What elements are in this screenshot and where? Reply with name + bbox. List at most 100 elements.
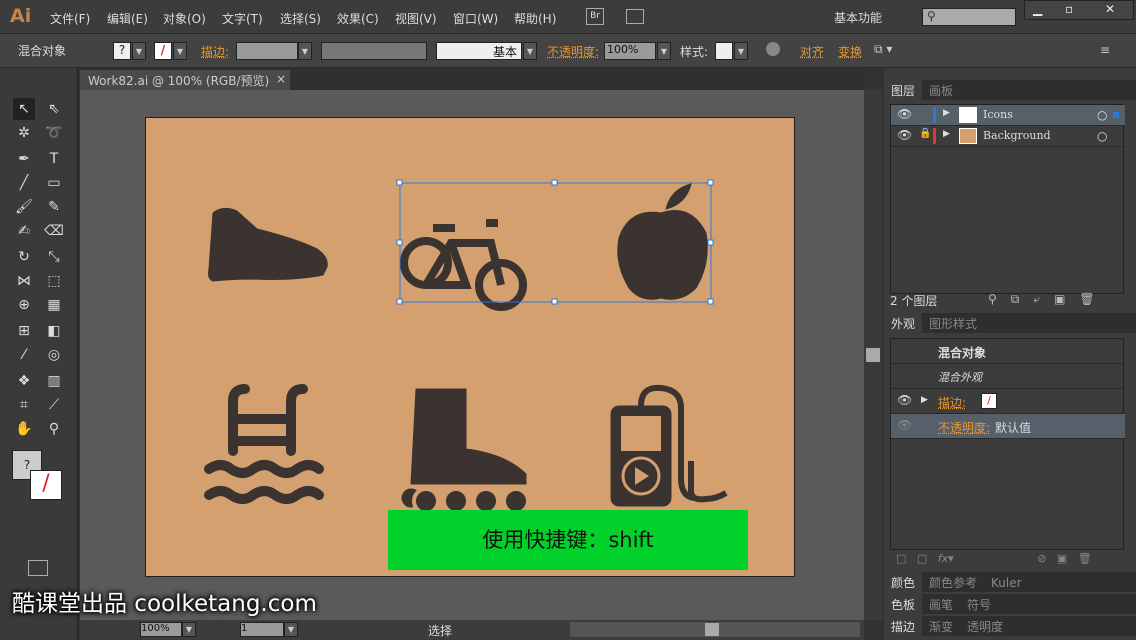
gradient-tool-icon[interactable]: ◧	[43, 320, 65, 342]
menu-edit[interactable]: 编辑(E)	[107, 10, 148, 27]
tab-symbols[interactable]: 符号	[960, 594, 998, 615]
tab-transparency[interactable]: 透明度	[960, 616, 1010, 637]
artboard-dropdown[interactable]: ▼	[284, 622, 298, 637]
menu-effect[interactable]: 效果(C)	[337, 10, 379, 27]
recolor-artwork-icon[interactable]	[766, 42, 780, 56]
menu-type[interactable]: 文字(T)	[222, 10, 263, 27]
zoom-input[interactable]: 100%	[140, 622, 182, 637]
expand-triangle-icon[interactable]: ▶	[943, 129, 950, 139]
layer-name[interactable]: Background	[983, 129, 1051, 142]
layer-name[interactable]: Icons	[983, 108, 1013, 121]
zoom-tool-icon[interactable]: ⚲	[43, 418, 65, 440]
expand-triangle-icon[interactable]: ▶	[943, 108, 950, 118]
align-link[interactable]: 对齐	[800, 43, 824, 60]
artboard-tool-icon[interactable]: ⌗	[13, 394, 35, 416]
paintbrush-tool-icon[interactable]: 🖌	[13, 196, 35, 218]
color-mode-buttons[interactable]	[12, 510, 66, 526]
line-tool-icon[interactable]: ╱	[13, 172, 35, 194]
tab-color[interactable]: 颜色	[884, 572, 923, 593]
pencil-tool-icon[interactable]: ✎	[43, 196, 65, 218]
opacity-dropdown[interactable]: ▼	[657, 42, 671, 60]
tab-brushes[interactable]: 画笔	[922, 594, 960, 615]
perspective-grid-tool-icon[interactable]: ▦	[43, 294, 65, 316]
width-tool-icon[interactable]: ⋈	[13, 270, 35, 292]
vertical-scrollbar[interactable]	[864, 90, 882, 620]
zoom-dropdown[interactable]: ▼	[182, 622, 196, 637]
appearance-stroke-row[interactable]: 👁 ▶ 描边: /	[891, 389, 1125, 414]
scale-tool-icon[interactable]: ⤡	[43, 246, 65, 268]
scroll-thumb[interactable]	[866, 348, 880, 362]
stroke-color-box[interactable]: /	[30, 470, 62, 500]
blob-brush-tool-icon[interactable]: ✍	[13, 220, 35, 242]
graphic-style-swatch[interactable]	[715, 42, 733, 60]
tab-appearance[interactable]: 外观	[884, 313, 923, 334]
fill-swatch[interactable]: ?	[113, 42, 131, 60]
visibility-eye-icon[interactable]: 👁	[897, 393, 912, 407]
tab-stroke[interactable]: 描边	[884, 616, 923, 637]
opacity-label[interactable]: 不透明度:	[938, 419, 990, 436]
minimize-button[interactable]: ▁	[1033, 2, 1042, 16]
tab-swatches[interactable]: 色板	[884, 594, 923, 615]
rectangle-tool-icon[interactable]: ▭	[43, 172, 65, 194]
rotate-tool-icon[interactable]: ↻	[13, 246, 35, 268]
stroke-weight-input[interactable]	[236, 42, 298, 60]
stroke-label[interactable]: 描边:	[201, 43, 229, 60]
appearance-footer-buttons[interactable]: □ □ fx▾ ⊘ ▣ 🗑	[896, 552, 1092, 565]
bridge-button[interactable]: Br	[586, 8, 604, 25]
menu-object[interactable]: 对象(O)	[163, 10, 206, 27]
style-dropdown[interactable]: ▼	[734, 42, 748, 60]
eraser-tool-icon[interactable]: ⌫	[43, 220, 65, 242]
stroke-label[interactable]: 描边:	[938, 394, 966, 411]
maximize-button[interactable]: ▫	[1065, 2, 1073, 16]
variable-width-profile[interactable]	[321, 42, 427, 60]
hscroll-thumb[interactable]	[705, 623, 719, 636]
tab-gradient[interactable]: 渐变	[922, 616, 960, 637]
blend-tool-icon[interactable]: ◎	[43, 344, 65, 366]
expand-triangle-icon[interactable]: ▶	[921, 395, 928, 405]
pen-tool-icon[interactable]: ✒	[13, 148, 35, 170]
layer-row-background[interactable]: 👁 🔒 ▶ Background ○	[891, 126, 1125, 147]
fill-dropdown[interactable]: ▼	[132, 42, 146, 60]
menu-select[interactable]: 选择(S)	[280, 10, 321, 27]
mesh-tool-icon[interactable]: ⊞	[13, 320, 35, 342]
visibility-eye-icon[interactable]: 👁	[897, 107, 912, 121]
lasso-tool-icon[interactable]: ➰	[43, 122, 65, 144]
close-button[interactable]: ✕	[1105, 2, 1115, 16]
tab-artboards[interactable]: 画板	[922, 80, 960, 101]
transform-link[interactable]: 变换	[838, 43, 862, 60]
menu-file[interactable]: 文件(F)	[50, 10, 90, 27]
stroke-swatch[interactable]: /	[981, 393, 997, 409]
close-tab-icon[interactable]: ×	[276, 72, 286, 86]
isolate-icon[interactable]: ⧉ ▾	[874, 42, 892, 57]
drawing-mode-buttons[interactable]	[12, 534, 70, 550]
symbol-sprayer-tool-icon[interactable]: ❖	[13, 370, 35, 392]
layer-row-icons[interactable]: 👁 ▶ Icons ○	[891, 105, 1125, 126]
tab-kuler[interactable]: Kuler	[984, 574, 1029, 592]
target-circle-icon[interactable]: ○	[1097, 108, 1107, 122]
shape-builder-tool-icon[interactable]: ⊕	[13, 294, 35, 316]
lock-icon[interactable]: 🔒	[919, 128, 931, 139]
selection-indicator[interactable]	[1113, 112, 1119, 118]
tab-graphic-styles[interactable]: 图形样式	[922, 313, 984, 334]
free-transform-tool-icon[interactable]: ⬚	[43, 270, 65, 292]
horizontal-scrollbar[interactable]	[570, 622, 860, 637]
search-input[interactable]: ⚲	[922, 8, 1016, 26]
artboard[interactable]	[145, 117, 795, 577]
brush-dropdown[interactable]: ▼	[523, 42, 537, 60]
artboard-number-input[interactable]: 1	[240, 622, 284, 637]
selection-tool-icon[interactable]: ↖	[13, 98, 35, 120]
arrange-documents-button[interactable]	[626, 9, 644, 24]
tab-layers[interactable]: 图层	[884, 80, 923, 101]
slice-tool-icon[interactable]: ⟋	[43, 394, 65, 416]
stroke-dropdown[interactable]: ▼	[173, 42, 187, 60]
graph-tool-icon[interactable]: ▥	[43, 370, 65, 392]
layers-footer-buttons[interactable]: ⚲⧉⤶▣🗑	[988, 292, 1109, 307]
document-tab[interactable]: Work82.ai @ 100% (RGB/预览) ×	[80, 70, 290, 90]
stroke-swatch[interactable]: /	[154, 42, 172, 60]
screen-mode-button[interactable]	[28, 560, 48, 576]
hand-tool-icon[interactable]: ✋	[13, 418, 35, 440]
stroke-weight-dropdown[interactable]: ▼	[298, 42, 312, 60]
opacity-input[interactable]: 100%	[604, 42, 656, 60]
type-tool-icon[interactable]: T	[43, 148, 65, 170]
workspace-switcher[interactable]: 基本功能	[834, 9, 882, 26]
